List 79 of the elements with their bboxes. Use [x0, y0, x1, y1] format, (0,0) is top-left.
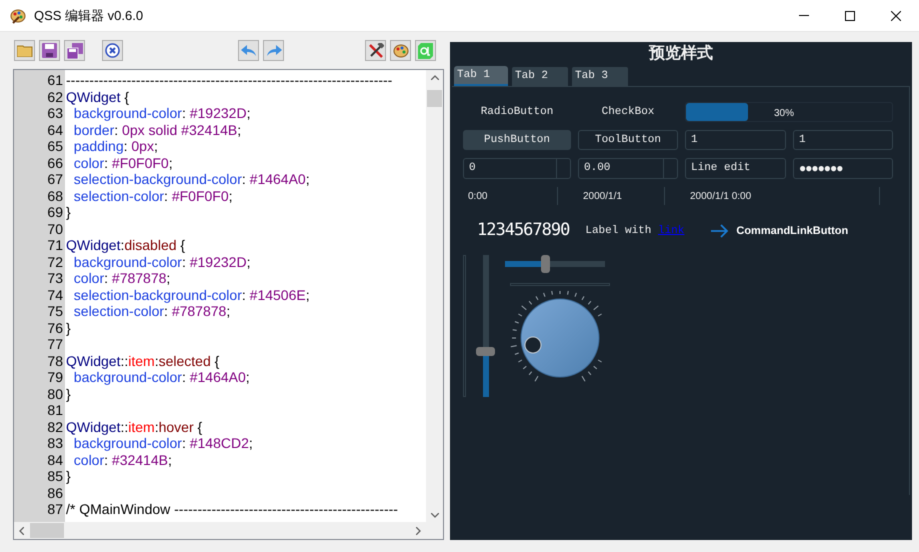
close-icon	[105, 43, 120, 58]
vertical-scrollbar[interactable]	[426, 70, 443, 522]
time-edit[interactable]: 0:00	[463, 187, 571, 205]
scroll-right-icon	[416, 526, 421, 534]
style-button[interactable]	[390, 40, 411, 61]
redo-icon	[266, 44, 282, 56]
slider-handle[interactable]	[541, 255, 550, 273]
slider-handle[interactable]	[476, 346, 495, 356]
code-line: background-color: #1464A0;	[72, 369, 250, 386]
password-field[interactable]: ●●●●●●●	[793, 158, 893, 179]
undo-button[interactable]	[238, 40, 259, 61]
window-title: QSS 编辑器 v0.6.0	[34, 6, 144, 25]
floppy-icon	[42, 43, 57, 58]
code-line: padding: 0px;	[72, 138, 158, 154]
line-edit[interactable]: Line edit	[685, 158, 786, 179]
lcd-number: 1234567890	[477, 219, 570, 242]
label-text: Label with link	[585, 224, 684, 239]
code-line: selection-color: #F0F0F0;	[72, 188, 233, 204]
code-line: color: #32414B;	[72, 452, 172, 468]
combo-box[interactable]: 1	[685, 130, 786, 150]
hammer-screwdriver-icon	[368, 42, 384, 58]
save-as-button[interactable]	[64, 40, 85, 61]
code-line: selection-background-color: #1464A0;	[72, 171, 310, 188]
palette-icon	[392, 42, 408, 58]
code-line: QWidget::item:selected {	[65, 352, 220, 369]
code-line: background-color: #148CD2;	[72, 435, 253, 452]
tab[interactable]: Tab 1	[454, 66, 508, 86]
arrow-icon	[711, 224, 730, 238]
code-line: border: 0px solid #32414B;	[72, 122, 242, 138]
code-line: }	[65, 204, 71, 220]
code-line: selection-color: #787878;	[72, 303, 230, 320]
code-line: selection-background-color: #14506E;	[72, 286, 310, 303]
folder-icon	[16, 44, 32, 57]
code-line: }	[65, 468, 71, 484]
maximize-icon	[845, 10, 855, 20]
scroll-left-icon	[19, 526, 24, 534]
scroll-down-icon	[430, 513, 438, 518]
spin-box[interactable]: 0.00	[578, 158, 678, 179]
code-line: }	[65, 320, 71, 336]
preview-title: 预览样式	[649, 44, 713, 64]
redo-button[interactable]	[263, 40, 284, 61]
scroll-up-icon	[430, 75, 438, 80]
tools-button[interactable]	[365, 40, 386, 61]
close-file-button[interactable]	[102, 40, 123, 61]
radio-button[interactable]: RadioButton	[463, 104, 571, 120]
push-button[interactable]: PushButton	[463, 130, 571, 150]
horizontal-slider[interactable]	[505, 255, 605, 273]
datetime-edit[interactable]: 2000/1/1 0:00	[685, 187, 893, 205]
save-button[interactable]	[39, 40, 60, 61]
vertical-slider[interactable]	[476, 255, 495, 397]
code-line: QWidget:disabled {	[65, 237, 186, 254]
progress-reading: 30%	[774, 107, 794, 121]
date-edit[interactable]: 2000/1/1	[578, 187, 678, 205]
close-icon	[891, 10, 901, 20]
tool-button[interactable]: ToolButton	[578, 130, 678, 150]
qt-logo-icon	[418, 42, 433, 58]
code-line: color: #F0F0F0;	[72, 154, 173, 171]
floppies-icon	[66, 42, 82, 58]
spin-box[interactable]: 0	[463, 158, 571, 179]
comment-line: ----------------------------------------------------------------------	[65, 72, 392, 88]
palette-icon	[10, 8, 26, 24]
check-box[interactable]: CheckBox	[578, 104, 678, 120]
scroll-thumb[interactable]	[30, 523, 64, 538]
minimize-icon	[799, 15, 809, 16]
undo-icon	[240, 44, 256, 56]
scroll-thumb[interactable]	[427, 90, 442, 107]
tab[interactable]: Tab 2	[512, 67, 568, 86]
combo-box[interactable]: 1	[793, 130, 893, 150]
comment-line: /* QMainWindow ------------------------------------------------	[65, 501, 398, 518]
tab[interactable]: Tab 3	[572, 67, 628, 86]
command-link-button[interactable]: CommandLinkButton	[736, 222, 848, 240]
code-line: background-color: #19232D;	[72, 105, 250, 122]
code-line: QWidget::item:hover {	[65, 418, 202, 435]
code-line: color: #787878;	[72, 270, 170, 286]
horizontal-scrollbar[interactable]	[14, 522, 426, 539]
code-line: background-color: #19232D;	[72, 254, 250, 270]
about-qt-button[interactable]	[415, 40, 436, 61]
code-line: }	[65, 386, 71, 402]
code-line: QWidget {	[65, 88, 130, 105]
